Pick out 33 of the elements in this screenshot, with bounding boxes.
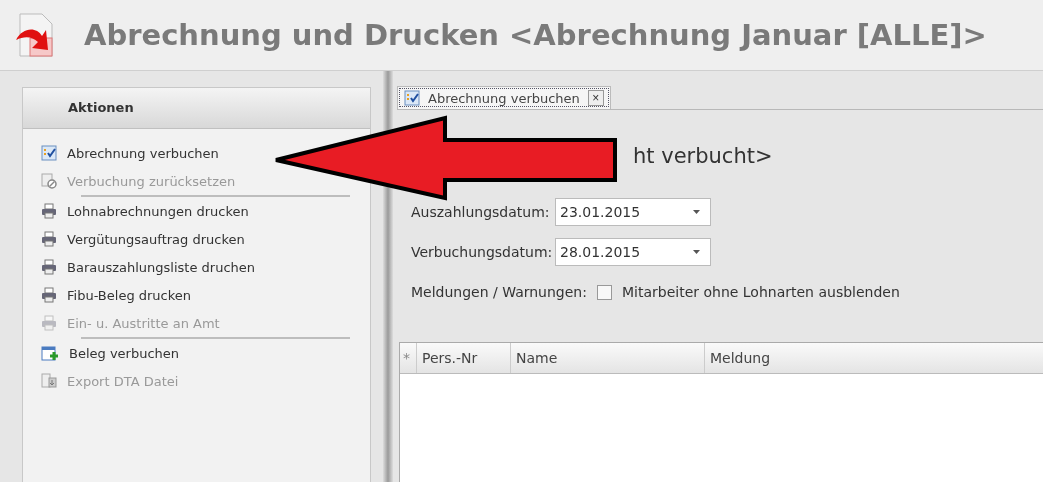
field-label: Verbuchungsdatum: [411, 244, 554, 260]
field-label: Auszahlungsdatum: [411, 204, 551, 220]
close-button[interactable]: × [587, 90, 604, 106]
export-icon [41, 373, 57, 389]
printer-icon [41, 287, 57, 303]
column-header: * [400, 343, 417, 373]
action-item[interactable]: Lohnabrechnungen drucken [41, 197, 249, 225]
action-item[interactable]: Fibu-Beleg drucken [41, 281, 192, 309]
checklist-icon [404, 90, 420, 106]
field-label: Meldungen / Warnungen: [411, 284, 587, 300]
caret-icon [693, 210, 700, 214]
checkbox-label: Mitarbeiter ohne Lohnarten ausblenden [621, 284, 900, 300]
column-header[interactable]: Pers.-Nr [417, 343, 511, 373]
printer-icon [41, 231, 57, 247]
action-item[interactable]: Barauszahlungsliste druchen [41, 253, 256, 281]
printer-icon [41, 203, 57, 219]
column-header[interactable]: Meldung [705, 343, 1043, 373]
printer-icon [41, 315, 57, 331]
action-item[interactable]: Vergütungsauftrag drucken [41, 225, 245, 253]
calendar-plus-icon [41, 345, 59, 361]
checkbox[interactable] [596, 284, 612, 300]
printer-icon [41, 259, 57, 275]
caret-icon [693, 250, 700, 254]
action-item[interactable]: Beleg verbuchen [41, 339, 180, 367]
action-item[interactable]: Abrechnung verbuchen [41, 139, 219, 167]
column-header[interactable]: Name [511, 343, 705, 373]
window-title: Abrechnung und Drucken <Abrechnung Januar [ALLE]> [84, 18, 987, 52]
date-field[interactable]: 23.01.2015 [555, 198, 711, 226]
checklist-icon [41, 145, 57, 161]
list-block-icon [41, 173, 57, 189]
document-tab[interactable]: Abrechnung verbuchen × [397, 86, 611, 109]
date-field[interactable]: 28.01.2015 [555, 238, 711, 266]
status-heading: ht verbucht> [633, 144, 773, 170]
